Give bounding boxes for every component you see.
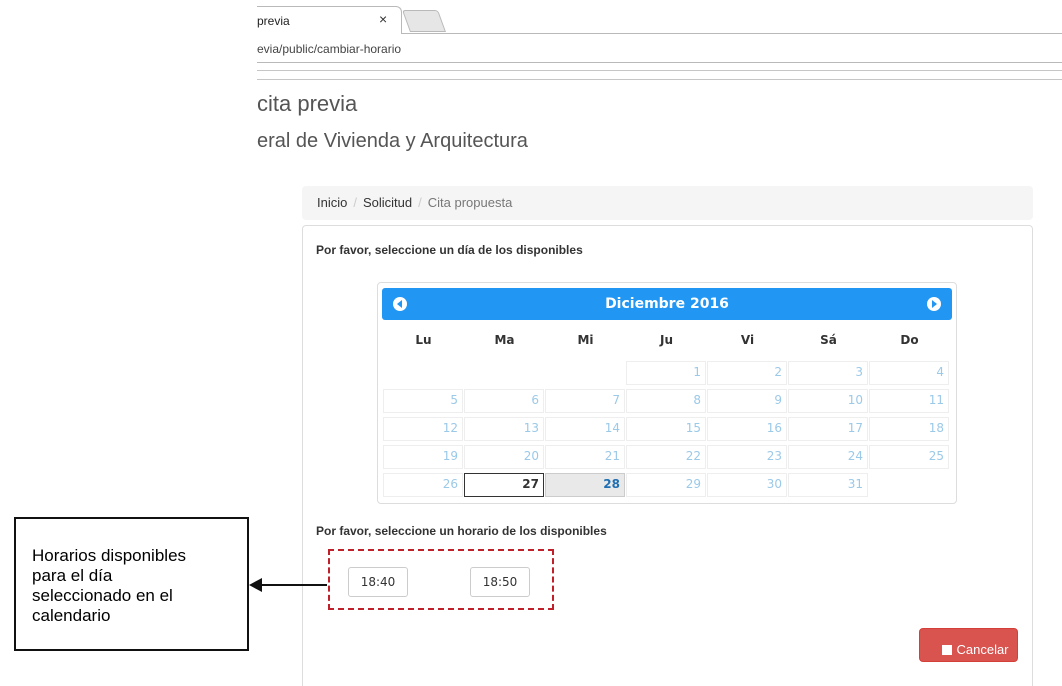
day-prompt: Por favor, seleccione un día de los disp…: [316, 243, 583, 257]
calendar-day: 21: [545, 445, 625, 469]
timeslot-button[interactable]: 18:40: [348, 567, 408, 597]
close-icon[interactable]: ×: [379, 11, 387, 27]
annotation-line: para el día: [32, 566, 113, 585]
calendar-day: 4: [869, 361, 949, 385]
breadcrumb-separator: /: [418, 195, 422, 210]
calendar-day: 25: [869, 445, 949, 469]
address-bar[interactable]: evia/public/cambiar-horario: [257, 35, 1062, 63]
annotation-line: calendario: [32, 606, 111, 625]
calendar-day-available[interactable]: 28: [545, 473, 625, 497]
breadcrumb-solicitud[interactable]: Solicitud: [363, 195, 412, 210]
calendar-day: 13: [464, 417, 544, 441]
weekday-header: Sá: [820, 333, 837, 347]
breadcrumb-inicio[interactable]: Inicio: [317, 195, 347, 210]
stop-icon: [942, 645, 953, 655]
calendar-day: 1: [626, 361, 706, 385]
calendar-day: 24: [788, 445, 868, 469]
calendar-day: 20: [464, 445, 544, 469]
calendar-day: 10: [788, 389, 868, 413]
breadcrumb-separator: /: [353, 195, 357, 210]
weekday-header: Ju: [659, 333, 673, 347]
weekday-header: Mi: [577, 333, 594, 347]
calendar-day: 31: [788, 473, 868, 497]
cancel-button[interactable]: Cancelar: [919, 628, 1018, 662]
calendar-day: 14: [545, 417, 625, 441]
arrow-left-icon: [249, 578, 262, 592]
calendar-day: 26: [383, 473, 463, 497]
weekday-header: Vi: [740, 333, 755, 347]
annotation-line: seleccionado en el: [32, 586, 173, 605]
annotation-callout: Horarios disponibles para el día selecci…: [14, 517, 249, 651]
calendar-day: 29: [626, 473, 706, 497]
calendar-day: 22: [626, 445, 706, 469]
calendar-month-label: Diciembre 2016: [605, 296, 729, 312]
url-text: evia/public/cambiar-horario: [257, 42, 402, 56]
calendar-header: Diciembre 2016: [382, 288, 952, 320]
calendar-day: 7: [545, 389, 625, 413]
page-title: cita previa: [257, 91, 358, 116]
calendar-day: 9: [707, 389, 787, 413]
calendar-day: 5: [383, 389, 463, 413]
browser-tab-bar: previa ×: [257, 0, 1062, 34]
weekday-header: Do: [900, 333, 919, 347]
new-tab-button[interactable]: [401, 10, 447, 32]
calendar-day: 15: [626, 417, 706, 441]
calendar-day: 3: [788, 361, 868, 385]
calendar-day: 19: [383, 445, 463, 469]
timeslot-button[interactable]: 18:50: [470, 567, 530, 597]
cancel-label: Cancelar: [956, 642, 1009, 657]
calendar: Diciembre 2016 Lu Ma Mi Ju Vi Sá Do 1 2 3 4 5 6 7 8 9 10…: [377, 282, 957, 504]
calendar-day: 12: [383, 417, 463, 441]
calendar-day: 11: [869, 389, 949, 413]
next-month-icon[interactable]: [927, 297, 941, 311]
browser-tab[interactable]: previa ×: [257, 6, 402, 34]
tab-title: previa: [257, 14, 290, 28]
bookmarks-bar: [257, 70, 1062, 80]
page-subtitle: eral de Vivienda y Arquitectura: [257, 130, 528, 152]
annotation-arrow-line: [261, 584, 327, 586]
calendar-day: 6: [464, 389, 544, 413]
calendar-day: 8: [626, 389, 706, 413]
annotation-line: Horarios disponibles: [32, 546, 187, 565]
weekday-header: Ma: [494, 333, 515, 347]
calendar-day: 18: [869, 417, 949, 441]
calendar-day: 16: [707, 417, 787, 441]
weekday-header: Lu: [415, 333, 432, 347]
calendar-day: 30: [707, 473, 787, 497]
calendar-day-selected[interactable]: 27: [464, 473, 544, 497]
breadcrumb-cita-propuesta: Cita propuesta: [427, 195, 513, 210]
calendar-day: 23: [707, 445, 787, 469]
calendar-day: 17: [788, 417, 868, 441]
calendar-day: 2: [707, 361, 787, 385]
breadcrumb: Inicio / Solicitud / Cita propuesta: [302, 186, 1033, 220]
time-prompt: Por favor, seleccione un horario de los …: [316, 524, 607, 538]
